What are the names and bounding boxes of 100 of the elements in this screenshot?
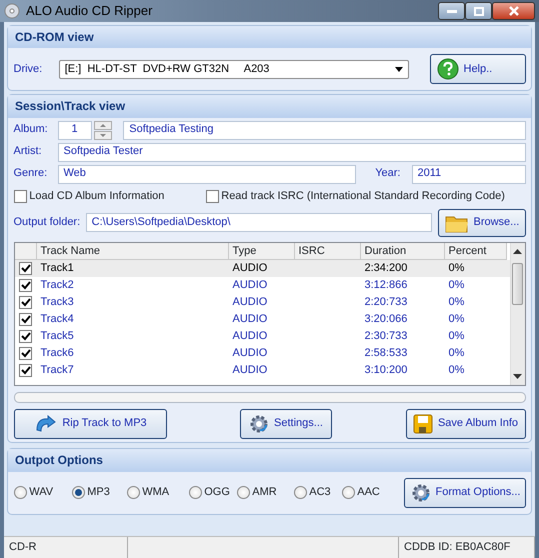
- genre-field[interactable]: Web: [58, 164, 356, 184]
- table-cell-text: 2:58:533: [364, 346, 408, 362]
- checkbox[interactable]: [206, 190, 218, 203]
- table-cell-text: AUDIO: [232, 363, 268, 378]
- radio-button[interactable]: [188, 486, 202, 500]
- table-cell-text: AUDIO: [232, 312, 268, 328]
- checkbox[interactable]: [19, 347, 32, 360]
- panel-header: Outpot Options: [8, 449, 531, 472]
- drive-dropdown[interactable]: [E:] HL-DT-ST DVD+RW GT32N A203: [58, 60, 409, 79]
- table-cell-text: Track7: [40, 363, 75, 378]
- field-label: Album:: [14, 123, 49, 137]
- save-album-button[interactable]: Save Album Info: [406, 408, 526, 439]
- column-header[interactable]: Duration: [360, 243, 444, 260]
- table-cell-text: 0%: [448, 261, 466, 276]
- checkbox-label: Load CD Album Information: [29, 190, 164, 203]
- scrollbar-thumb[interactable]: [512, 263, 523, 306]
- column-header[interactable]: Percent: [444, 243, 506, 260]
- field-label: Drive:: [14, 62, 42, 76]
- maximize-icon: [474, 6, 484, 16]
- radio-button[interactable]: [72, 486, 84, 500]
- table-cell-text: 2:34:200: [364, 261, 408, 276]
- radio-button[interactable]: [14, 486, 26, 500]
- radio-label: MP3: [87, 486, 110, 500]
- radio-button[interactable]: [294, 486, 306, 500]
- artist-field[interactable]: Softpedia Tester: [58, 142, 526, 162]
- table-cell-text: AUDIO: [232, 329, 268, 344]
- radio-button[interactable]: [236, 486, 250, 500]
- maximize-button[interactable]: [465, 2, 492, 20]
- album-title-field[interactable]: Softpedia Testing: [123, 120, 526, 140]
- browse-button[interactable]: Browse...: [438, 208, 526, 237]
- spinner-arrows-icon[interactable]: [94, 120, 112, 140]
- radio-label: OGG: [204, 486, 230, 500]
- radio-label: AC3: [309, 486, 331, 500]
- field-label: Output folder:: [14, 216, 80, 230]
- output-folder-field[interactable]: C:\Users\Softpedia\Desktop\: [86, 213, 432, 232]
- table-cell-text: 3:10:200: [364, 363, 408, 378]
- table-row[interactable]: Track2 AUDIO 3:12:866 0%: [14, 277, 510, 294]
- table-row[interactable]: Track1 AUDIO 2:34:200 0%: [14, 260, 510, 278]
- close-button[interactable]: [492, 2, 535, 20]
- checkbox[interactable]: [19, 296, 32, 310]
- table-cell-text: Track4: [40, 312, 75, 328]
- table-cell-text: 0%: [448, 278, 466, 294]
- field-label: Artist:: [14, 145, 43, 159]
- column-header[interactable]: Track Name: [36, 243, 228, 260]
- radio-label: WMA: [142, 486, 170, 500]
- radio-label: AMR: [252, 486, 277, 500]
- gear-icon: [410, 482, 430, 503]
- checkbox[interactable]: [19, 364, 32, 378]
- caret-icon: [394, 66, 403, 72]
- table-row[interactable]: Track6 AUDIO 2:58:533 0%: [14, 345, 510, 362]
- checkbox[interactable]: [19, 279, 32, 292]
- table-cell-text: 3:20:066: [364, 312, 408, 328]
- checkbox[interactable]: [19, 330, 32, 344]
- window-title: ALO Audio CD Ripper: [26, 3, 154, 19]
- close-icon: [508, 6, 518, 16]
- scroll-up-arrow-icon: [513, 249, 522, 256]
- checkbox[interactable]: [19, 313, 32, 326]
- table-cell-text: AUDIO: [232, 261, 268, 276]
- column-header[interactable]: ISRC: [294, 243, 360, 260]
- table-cell-text: 0%: [448, 295, 466, 310]
- scrollbar[interactable]: [510, 243, 524, 386]
- table-cell-text: Track5: [40, 329, 75, 344]
- table-row[interactable]: Track3 AUDIO 2:20:733 0%: [14, 294, 510, 312]
- table-cell-text: AUDIO: [232, 346, 268, 362]
- table-row[interactable]: Track4 AUDIO 3:20:066 0%: [14, 311, 510, 328]
- status-text: CDDB ID: EB0AC80F: [399, 537, 535, 558]
- format-options-button[interactable]: Format Options...: [404, 478, 526, 508]
- header-corner: [14, 243, 36, 260]
- table-cell-text: Track3: [40, 295, 75, 310]
- radio-button[interactable]: [342, 486, 354, 500]
- album-number-field[interactable]: 1: [58, 120, 92, 140]
- radio-label: AAC: [357, 486, 380, 500]
- checkbox[interactable]: [14, 190, 26, 203]
- checkbox[interactable]: [19, 262, 32, 276]
- table-row[interactable]: Track7 AUDIO 3:10:200 0%: [14, 362, 510, 380]
- minimize-button[interactable]: [438, 2, 465, 20]
- field-label: Year:: [375, 167, 400, 181]
- column-header[interactable]: Type: [228, 243, 294, 260]
- table-cell-text: 3:12:866: [364, 278, 408, 294]
- table-row[interactable]: Track5 AUDIO 2:30:733 0%: [14, 328, 510, 346]
- status-text: CD-R: [4, 537, 128, 558]
- table-cell-text: 2:20:733: [364, 295, 408, 310]
- drive-value: [E:] HL-DT-ST DVD+RW GT32N A203: [64, 62, 270, 76]
- field-label: Genre:: [14, 167, 48, 181]
- checkbox-label: Read track ISRC (International Standard Recording Code): [221, 190, 505, 203]
- table-cell-text: 2:30:733: [364, 329, 408, 344]
- table-cell-text: 0%: [448, 363, 466, 378]
- help-button[interactable]: Help..: [430, 54, 526, 84]
- question-mark-icon: [436, 58, 458, 80]
- year-field[interactable]: 2011: [412, 164, 526, 184]
- table-cell-text: Track2: [40, 278, 75, 294]
- table-cell-text: 0%: [448, 346, 466, 362]
- disc-icon: [4, 3, 20, 19]
- scroll-down-arrow-icon: [513, 374, 522, 380]
- settings-button[interactable]: Settings...: [240, 408, 332, 439]
- radio-button[interactable]: [126, 486, 140, 500]
- rip-button[interactable]: Rip Track to MP3: [14, 408, 166, 439]
- table-cell-text: 0%: [448, 329, 466, 344]
- minimize-icon: [446, 10, 456, 12]
- table-cell-text: Track6: [40, 346, 75, 362]
